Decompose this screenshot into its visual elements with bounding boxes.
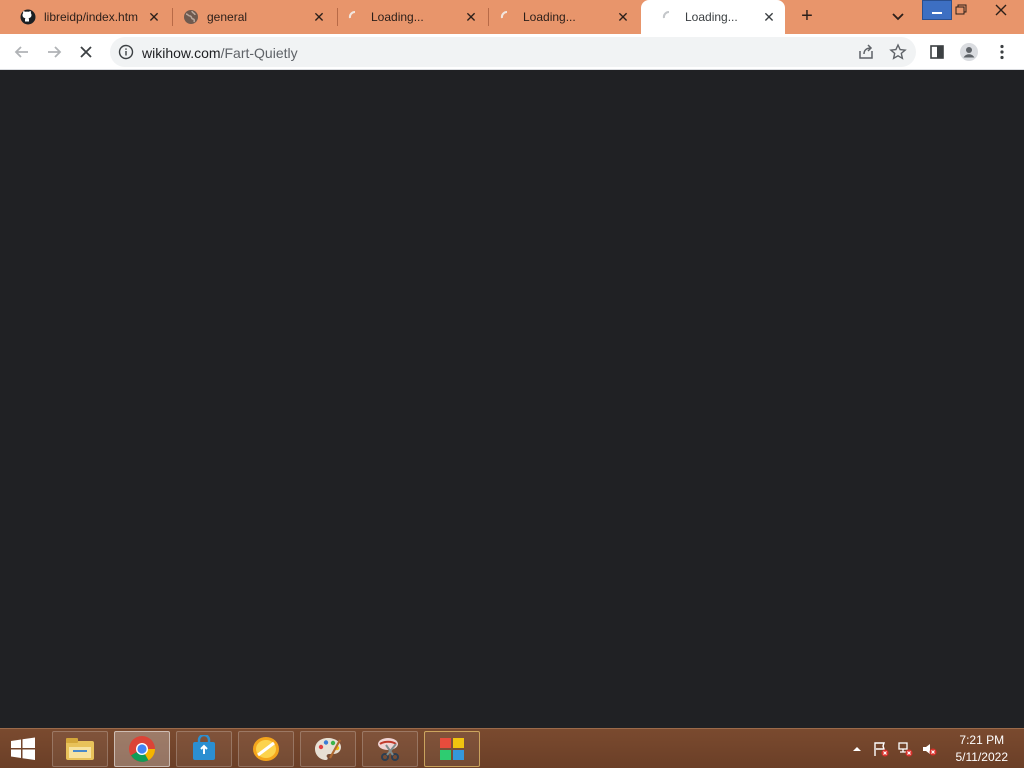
tab-loading-2[interactable]: Loading... ✕ — [479, 0, 639, 34]
tab-general[interactable]: general ✕ — [163, 0, 335, 34]
windows-start-button[interactable] — [6, 735, 40, 763]
profile-avatar-icon[interactable] — [959, 42, 979, 62]
store-icon[interactable] — [176, 731, 232, 767]
file-explorer-icon[interactable] — [52, 731, 108, 767]
tab-loading-1[interactable]: Loading... ✕ — [327, 0, 487, 34]
new-tab-button[interactable]: + — [795, 6, 819, 28]
loading-spinner-icon — [661, 9, 677, 25]
paint-palette-icon[interactable] — [300, 731, 356, 767]
bookmark-star-icon[interactable] — [888, 42, 908, 62]
address-bar[interactable]: wikihow.com/Fart-Quietly — [110, 37, 916, 67]
tab-strip: libreidp/index.html ✕ general ✕ Loading.… — [0, 0, 1024, 34]
back-button[interactable] — [11, 41, 33, 63]
scissors-app-icon[interactable] — [362, 731, 418, 767]
volume-muted-icon[interactable] — [921, 741, 937, 757]
browser-toolbar: wikihow.com/Fart-Quietly — [0, 34, 1024, 70]
clock-time: 7:21 PM — [959, 733, 1005, 747]
close-icon[interactable]: ✕ — [311, 9, 327, 25]
url-domain: wikihow.com — [142, 45, 221, 61]
loading-spinner-icon — [347, 9, 363, 25]
tab-title: Loading... — [371, 10, 424, 24]
restore-button[interactable] — [946, 0, 976, 20]
loading-spinner-icon — [499, 9, 515, 25]
forward-button[interactable] — [43, 41, 65, 63]
close-icon[interactable]: ✕ — [761, 9, 777, 25]
show-hidden-icons-chevron[interactable] — [849, 741, 865, 757]
network-icon[interactable] — [897, 741, 913, 757]
system-clock[interactable]: 7:21 PM 5/11/2022 — [956, 732, 1009, 766]
tab-title: Loading... — [523, 10, 576, 24]
stop-loading-button[interactable] — [75, 41, 97, 63]
url-text: wikihow.com/Fart-Quietly — [142, 45, 298, 61]
menu-kebab-icon[interactable] — [992, 42, 1012, 62]
orange-app-icon[interactable] — [238, 731, 294, 767]
tab-libreidp[interactable]: libreidp/index.html ✕ — [0, 0, 170, 34]
clock-date: 5/11/2022 — [955, 750, 1009, 764]
globe-icon — [183, 9, 199, 25]
action-center-flag-icon[interactable] — [873, 741, 889, 757]
close-icon[interactable]: ✕ — [615, 9, 631, 25]
chrome-icon[interactable] — [114, 731, 170, 767]
close-window-button[interactable] — [984, 0, 1018, 20]
tab-search-chevron-icon[interactable] — [888, 9, 908, 25]
tab-title: general — [207, 10, 248, 24]
windows-taskbar: 7:21 PM 5/11/2022 — [0, 728, 1024, 768]
windows-tiles-icon[interactable] — [424, 731, 480, 767]
site-info-icon[interactable] — [118, 44, 134, 60]
share-icon[interactable] — [856, 42, 876, 62]
side-panel-icon[interactable] — [927, 42, 947, 62]
close-icon[interactable]: ✕ — [146, 9, 162, 25]
url-path: /Fart-Quietly — [220, 45, 298, 61]
tab-loading-active[interactable]: Loading... ✕ — [641, 0, 785, 34]
tab-title: libreidp/index.html — [44, 10, 138, 24]
close-icon[interactable]: ✕ — [463, 9, 479, 25]
github-icon — [20, 9, 36, 25]
page-content-area[interactable] — [0, 70, 1024, 728]
